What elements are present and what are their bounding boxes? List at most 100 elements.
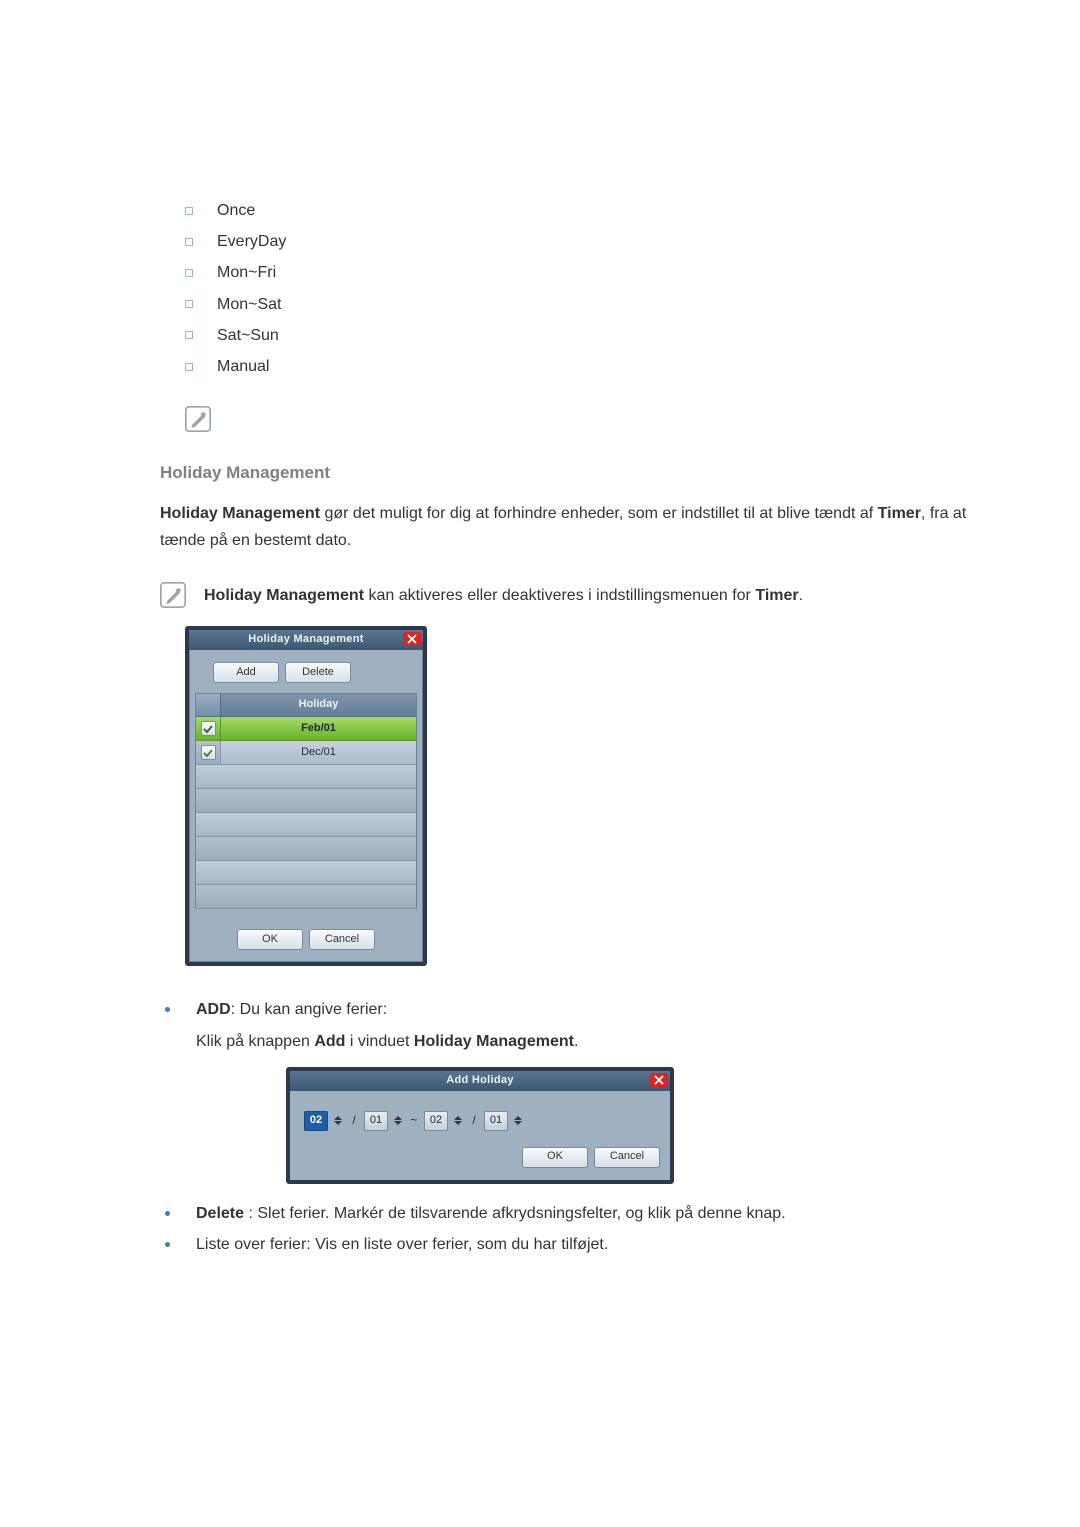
description-body: ADD: Du kan angive ferier: Klik på knapp… xyxy=(196,998,674,1193)
dialog-titlebar: Add Holiday xyxy=(290,1071,670,1091)
text: . xyxy=(574,1033,578,1050)
row-checkbox-cell xyxy=(196,717,221,740)
table-row[interactable]: Feb/01 xyxy=(196,717,416,741)
cancel-button[interactable]: Cancel xyxy=(309,929,375,950)
description-list: ADD: Du kan angive ferier: Klik på knapp… xyxy=(165,994,975,1260)
row-value: Feb/01 xyxy=(221,721,416,737)
description-item-list: Liste over ferier: Vis en liste over fer… xyxy=(165,1229,975,1260)
text: : Du kan angive ferier: xyxy=(231,1001,388,1018)
description-body: Delete : Slet ferier. Markér de tilsvare… xyxy=(196,1202,786,1225)
from-month-field[interactable]: 02 xyxy=(304,1111,328,1131)
close-button[interactable] xyxy=(650,1073,668,1087)
spinner[interactable] xyxy=(394,1114,404,1128)
recurrence-options: Once EveryDay Mon~Fri Mon~Sat Sat~Sun Ma… xyxy=(105,0,975,382)
text-bold: Delete xyxy=(196,1205,244,1222)
text: gør det muligt for dig at forhindre enhe… xyxy=(320,505,878,522)
text: Klik på knappen xyxy=(196,1033,314,1050)
to-month-field[interactable]: 02 xyxy=(424,1111,448,1131)
close-button[interactable] xyxy=(403,632,421,646)
table-row xyxy=(196,789,416,813)
section-heading: Holiday Management xyxy=(160,461,975,486)
spinner[interactable] xyxy=(454,1114,464,1128)
bullet-dot-icon xyxy=(165,1211,170,1216)
from-day-field[interactable]: 01 xyxy=(364,1111,388,1131)
chevron-up-icon xyxy=(394,1116,402,1120)
holiday-list-wrap: Holiday Feb/01 Dec/01 xyxy=(189,693,423,919)
option-label: Once xyxy=(217,199,255,222)
bullet-dot-icon xyxy=(165,1242,170,1247)
table-row[interactable]: Dec/01 xyxy=(196,741,416,765)
text: i vinduet xyxy=(345,1033,413,1050)
note-text: Holiday Management kan aktiveres eller d… xyxy=(204,584,803,607)
square-bullet-icon xyxy=(185,363,193,371)
chevron-down-icon xyxy=(334,1121,342,1125)
chevron-down-icon xyxy=(454,1121,462,1125)
spinner[interactable] xyxy=(334,1114,344,1128)
dialog-footer: OK Cancel xyxy=(189,919,423,962)
add-holiday-dialog: Add Holiday 02 / 01 ~ xyxy=(286,1067,674,1184)
table-row xyxy=(196,885,416,909)
text-bold: Holiday Management xyxy=(160,505,320,522)
column-label: Holiday xyxy=(221,697,416,713)
table-row xyxy=(196,861,416,885)
chevron-up-icon xyxy=(514,1116,522,1120)
text-bold: Timer xyxy=(755,587,798,604)
holiday-management-dialog: Holiday Management Add Delete Holiday Fe… xyxy=(185,626,427,966)
slash-separator: / xyxy=(470,1112,478,1129)
square-bullet-icon xyxy=(185,269,193,277)
description-body: Liste over ferier: Vis en liste over fer… xyxy=(196,1233,608,1256)
column-header: Holiday xyxy=(196,694,416,717)
delete-button[interactable]: Delete xyxy=(285,662,351,683)
option-label: Mon~Fri xyxy=(217,261,276,284)
row-value: Dec/01 xyxy=(221,745,416,761)
option-label: EveryDay xyxy=(217,230,286,253)
text-bold: Add xyxy=(314,1033,345,1050)
text-bold: Holiday Management xyxy=(414,1033,574,1050)
field-value: 01 xyxy=(369,1113,383,1129)
option-label: Sat~Sun xyxy=(217,324,279,347)
edit-icon-block xyxy=(185,406,975,439)
field-value: 01 xyxy=(489,1113,503,1129)
checkbox[interactable] xyxy=(201,745,216,760)
checkbox[interactable] xyxy=(201,721,216,736)
checkbox-header xyxy=(196,694,221,716)
text: : Slet ferier. Markér de tilsvarende afk… xyxy=(244,1205,786,1222)
note: Holiday Management kan aktiveres eller d… xyxy=(160,582,975,608)
add-button[interactable]: Add xyxy=(213,662,279,683)
option-label: Mon~Sat xyxy=(217,293,281,316)
row-checkbox-cell xyxy=(196,741,221,764)
option-mon-fri: Mon~Fri xyxy=(185,257,975,288)
square-bullet-icon xyxy=(185,300,193,308)
chevron-down-icon xyxy=(514,1121,522,1125)
chevron-up-icon xyxy=(334,1116,342,1120)
table-row xyxy=(196,765,416,789)
text-bold: ADD xyxy=(196,1001,231,1018)
text: Liste over ferier: Vis en liste over fer… xyxy=(196,1236,608,1253)
table-row xyxy=(196,837,416,861)
text-bold: Timer xyxy=(878,505,921,522)
dialog-footer: OK Cancel xyxy=(290,1147,670,1180)
chevron-up-icon xyxy=(454,1116,462,1120)
square-bullet-icon xyxy=(185,238,193,246)
pen-icon xyxy=(185,406,211,432)
dialog-toolbar: Add Delete xyxy=(189,650,423,693)
field-value: 02 xyxy=(309,1113,323,1129)
to-day-field[interactable]: 01 xyxy=(484,1111,508,1131)
square-bullet-icon xyxy=(185,207,193,215)
dialog-body: 02 / 01 ~ 02 / 01 xyxy=(290,1091,670,1147)
option-sat-sun: Sat~Sun xyxy=(185,320,975,351)
option-label: Manual xyxy=(217,355,269,378)
description-subtext: Klik på knappen Add i vinduet Holiday Ma… xyxy=(196,1030,674,1053)
ok-button[interactable]: OK xyxy=(237,929,303,950)
square-bullet-icon xyxy=(185,331,193,339)
tilde-separator: ~ xyxy=(410,1112,418,1129)
intro-paragraph: Holiday Management gør det muligt for di… xyxy=(160,500,975,554)
spinner[interactable] xyxy=(514,1114,524,1128)
cancel-button[interactable]: Cancel xyxy=(594,1147,660,1168)
pen-icon xyxy=(160,582,186,608)
chevron-down-icon xyxy=(394,1121,402,1125)
field-value: 02 xyxy=(429,1113,443,1129)
slash-separator: / xyxy=(350,1112,358,1129)
dialog-titlebar: Holiday Management xyxy=(189,630,423,650)
ok-button[interactable]: OK xyxy=(522,1147,588,1168)
